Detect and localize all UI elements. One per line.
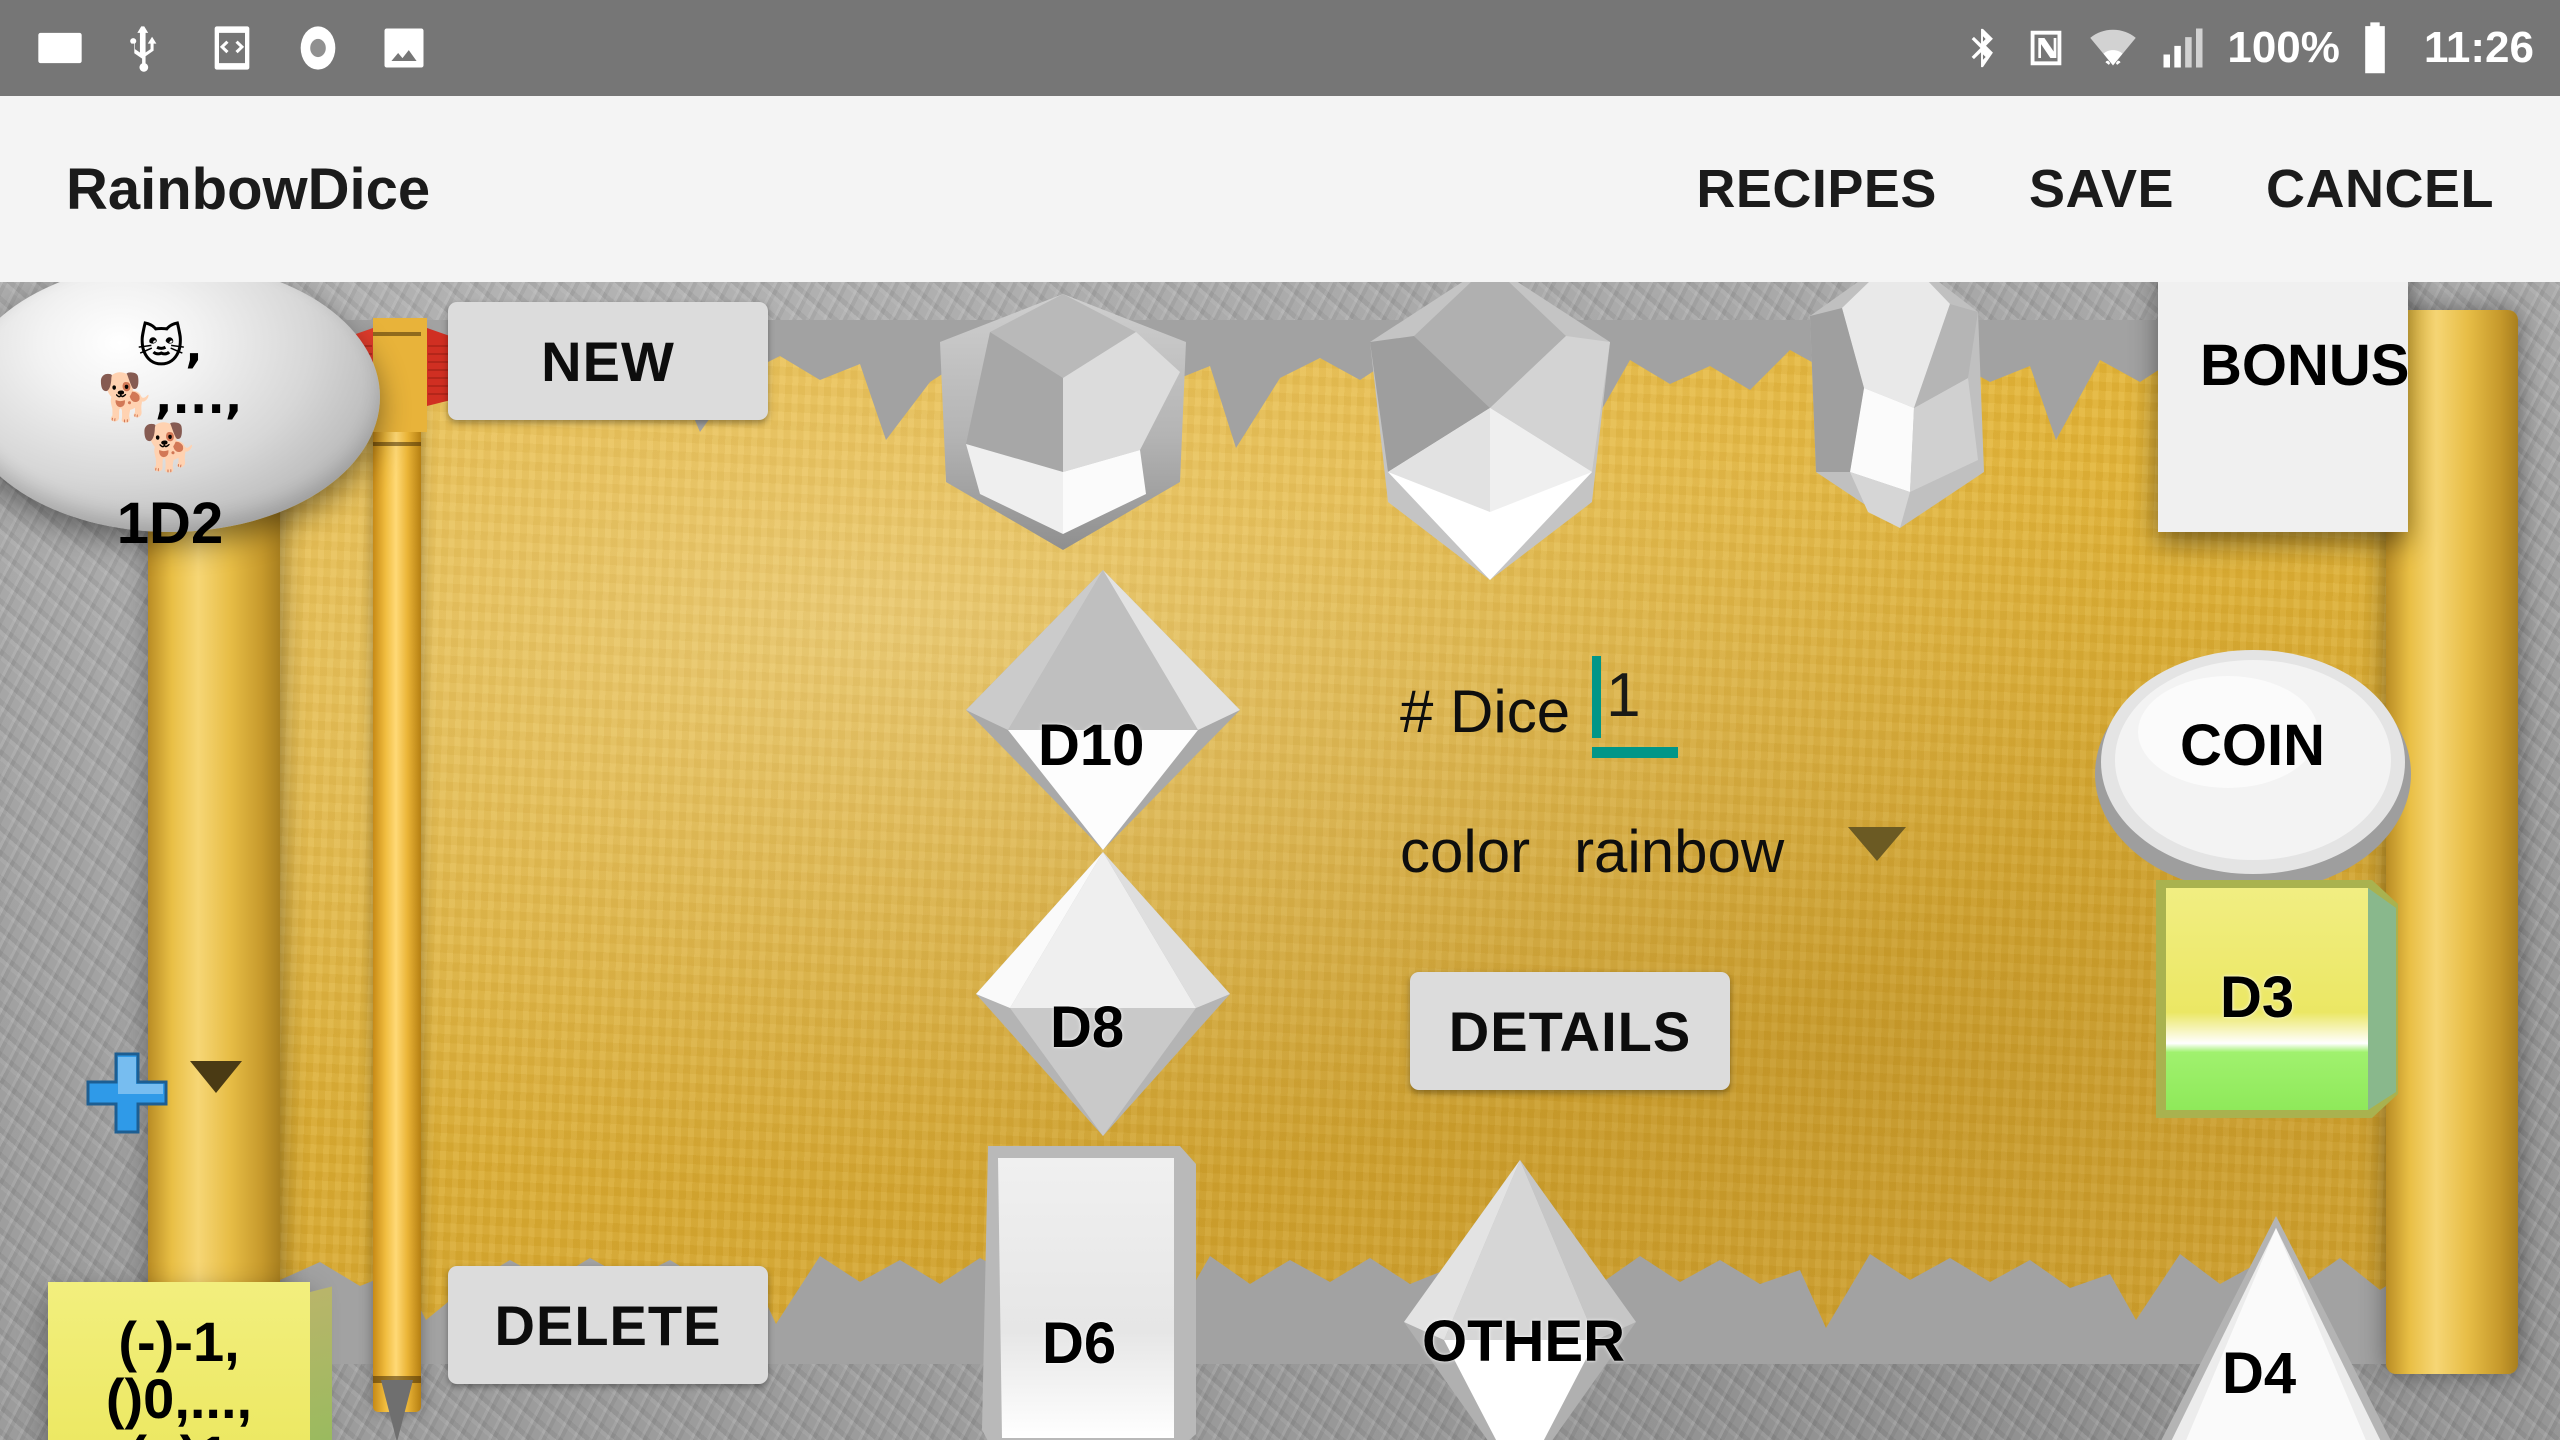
die-d3[interactable] — [2140, 870, 2410, 1140]
die-d10[interactable] — [958, 560, 1248, 860]
app-screen: 100% 11:26 RainbowDice RECIPES SAVE CANC… — [0, 0, 2560, 1440]
dice-list-item-1d2-line3: 🐕 — [141, 420, 199, 475]
email-icon — [38, 32, 82, 64]
nfc-icon — [2031, 30, 2062, 66]
image-icon — [384, 28, 424, 68]
die-coin[interactable] — [2088, 642, 2418, 902]
die-d30[interactable] — [1772, 282, 2022, 572]
dice-count-label: # Dice — [1400, 678, 1571, 745]
arrow-band-1 — [373, 332, 421, 336]
status-bar-right-icons: 100% 11:26 — [1959, 20, 2534, 76]
die-d8[interactable] — [968, 844, 1238, 1144]
arrow-band-2 — [373, 442, 421, 446]
delete-button[interactable]: DELETE — [448, 1266, 768, 1384]
text-caret — [1592, 656, 1602, 738]
dice-list-item-1d3-line3: (+)1 — [128, 1427, 229, 1440]
recipes-action[interactable]: RECIPES — [1696, 158, 1937, 220]
dice-count-field-row: # Dice 1 — [1400, 656, 1679, 758]
die-d12[interactable] — [918, 282, 1208, 572]
cancel-action[interactable]: CANCEL — [2266, 158, 2494, 220]
app-bar-actions: RECIPES SAVE CANCEL — [1696, 158, 2494, 220]
cell-signal-icon — [2163, 28, 2203, 68]
die-d6[interactable] — [968, 1142, 1208, 1440]
die-d4[interactable] — [2136, 1212, 2416, 1440]
color-field-row[interactable]: color rainbow — [1400, 817, 1907, 886]
battery-percent-label: 100% — [2227, 23, 2340, 72]
arrow-shaft — [373, 332, 421, 1412]
status-bar: 100% 11:26 — [0, 0, 2560, 96]
save-action[interactable]: SAVE — [2029, 158, 2174, 220]
die-bonus[interactable] — [2158, 282, 2408, 532]
usb-icon — [130, 26, 157, 72]
dice-list-item-1d3-line1: (-)-1, — [118, 1309, 240, 1373]
add-dice-icon[interactable] — [82, 1048, 172, 1138]
dice-board: 🐱, 🐕,..., 🐕 1D2 (-)-1, ()0,..., (+)1 1D3 — [0, 282, 2560, 1440]
die-other[interactable] — [1390, 1154, 1650, 1440]
dice-list-item-1d3-line2: ()0,..., — [105, 1366, 253, 1430]
battery-icon — [2365, 22, 2385, 74]
developer-mode-icon — [214, 26, 250, 70]
dice-count-input[interactable]: 1 — [1592, 656, 1679, 758]
color-value: rainbow — [1574, 818, 1785, 885]
input-underline — [1592, 747, 1679, 758]
color-label: color — [1400, 818, 1531, 885]
arrow-tip-icon — [381, 1380, 413, 1440]
app-bar: RainbowDice RECIPES SAVE CANCEL — [0, 96, 2560, 282]
new-button[interactable]: NEW — [448, 302, 768, 420]
dice-count-value: 1 — [1606, 661, 1641, 730]
chevron-down-icon[interactable] — [1848, 826, 1907, 861]
details-button[interactable]: DETAILS — [1410, 972, 1730, 1090]
dice-list-item-1d3[interactable]: (-)-1, ()0,..., (+)1 1D3 — [48, 1282, 310, 1440]
record-icon — [300, 26, 336, 70]
die-d20[interactable] — [1340, 282, 1640, 602]
wifi-icon — [2090, 29, 2137, 66]
page-title: RainbowDice — [66, 156, 431, 222]
dice-list-expand-caret-icon[interactable] — [190, 1061, 242, 1093]
status-bar-left-icons — [34, 22, 430, 74]
bluetooth-icon — [1971, 28, 1994, 68]
dice-list-item-1d2-line2: 🐕,..., — [97, 369, 243, 424]
clock-label: 11:26 — [2423, 23, 2534, 72]
dice-list-item-1d2-line1: 🐱, — [137, 318, 203, 373]
